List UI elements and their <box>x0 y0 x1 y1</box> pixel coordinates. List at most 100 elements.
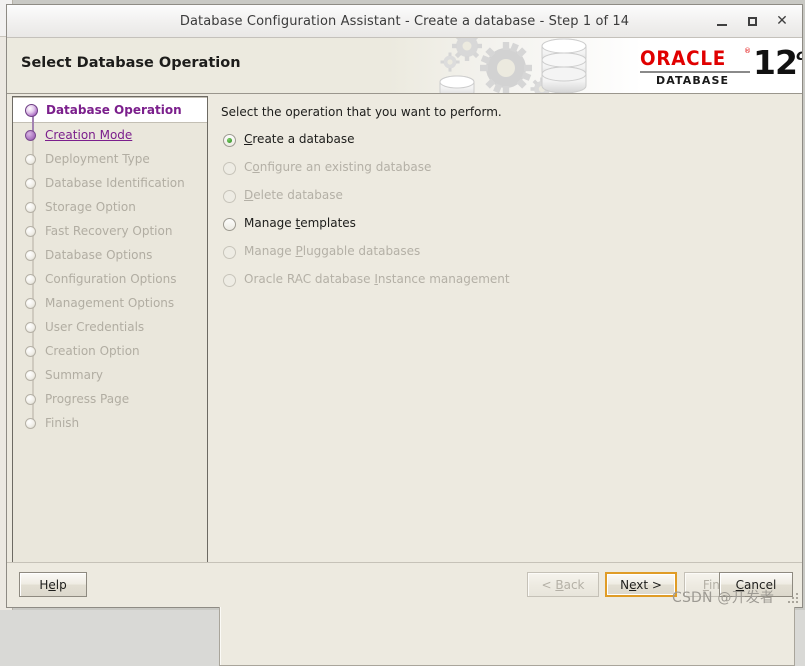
step-bullet-icon <box>25 417 36 429</box>
mnemonic-letter: e <box>48 577 56 592</box>
sidebar-step-finish: Finish <box>13 411 207 435</box>
step-bullet-icon <box>25 297 36 309</box>
next-button-label: Next > <box>620 577 662 592</box>
window-body: Database Operation Creation Mode Deploymen… <box>7 94 802 666</box>
radio-option-manage-pluggable-databases: Manage Pluggable databases <box>223 244 795 272</box>
header-banner: Select Database Operation ORACLE ® DATAB… <box>7 38 802 94</box>
step-bullet-icon <box>25 393 36 405</box>
sidebar-step-label: Database Identification <box>45 176 185 190</box>
help-button-label: Help <box>39 577 67 592</box>
resize-grip-icon[interactable] <box>786 591 800 605</box>
oracle-version-number: 12 <box>753 43 798 82</box>
title-bar: Database Configuration Assistant - Creat… <box>7 5 802 38</box>
cancel-button-label: Cancel <box>735 577 777 592</box>
mnemonic-letter: t <box>295 216 301 230</box>
mnemonic-letter: o <box>252 160 260 174</box>
footer-button-bar: Help < Back Next > Finish Cancel <box>7 562 802 607</box>
close-icon: ✕ <box>776 13 788 29</box>
radio-option-label: Configure an existing database <box>244 160 432 174</box>
sidebar-step-label: User Credentials <box>45 320 145 334</box>
close-button[interactable]: ✕ <box>768 8 796 34</box>
sidebar-step-database-operation[interactable]: Database Operation <box>13 97 207 135</box>
step-bullet-icon <box>25 321 36 333</box>
sidebar-step-database-identification: Database Identification <box>13 171 207 207</box>
step-bullet-icon <box>25 177 36 189</box>
sidebar-step-summary: Summary <box>13 363 207 399</box>
radio-button-icon[interactable] <box>223 134 236 147</box>
sidebar-step-label: Deployment Type <box>45 152 150 166</box>
sidebar-step-label: Storage Option <box>45 200 136 214</box>
mnemonic-letter: I <box>374 272 378 286</box>
oracle-logo: ORACLE ® DATABASE 12 c <box>640 43 802 90</box>
radio-option-oracle-rac-database-instance-management: Oracle RAC database Instance management <box>223 272 795 300</box>
step-bullet-icon <box>25 273 36 285</box>
back-button-label: < Back <box>541 577 585 592</box>
sidebar-step-creation-mode[interactable]: Creation Mode <box>13 123 207 159</box>
oracle-wordmark: ORACLE <box>640 47 727 70</box>
mnemonic-letter: F <box>702 577 709 592</box>
step-bullet-icon <box>25 201 36 213</box>
maximize-button[interactable] <box>738 8 766 34</box>
wizard-steps-list: Database Operation Creation Mode Deploymen… <box>13 97 207 435</box>
sidebar-step-label: Creation Option <box>45 344 140 358</box>
oracle-logo-rule <box>640 71 750 73</box>
cancel-button[interactable]: Cancel <box>719 572 793 597</box>
step-bullet-icon <box>25 369 36 381</box>
radio-option-label: Create a database <box>244 132 355 146</box>
radio-option-label: Manage Pluggable databases <box>244 244 421 258</box>
operation-radio-group: Create a database Configure an existing d… <box>223 132 795 300</box>
oracle-product-label: DATABASE <box>656 74 730 87</box>
sidebar-step-label: Database Options <box>45 248 153 262</box>
radio-option-label: Delete database <box>244 188 343 202</box>
step-bullet-icon <box>25 225 36 237</box>
radio-option-manage-templates[interactable]: Manage templates <box>223 216 795 244</box>
help-button[interactable]: Help <box>19 572 87 597</box>
sidebar-step-progress-page: Progress Page <box>13 387 207 423</box>
sidebar-step-label: Finish <box>45 416 80 430</box>
sidebar-step-label: Fast Recovery Option <box>45 224 173 238</box>
step-bullet-icon <box>25 249 36 261</box>
mnemonic-letter: C <box>735 577 745 592</box>
step-bullet-icon <box>25 153 36 165</box>
radio-button-icon[interactable] <box>223 218 236 231</box>
sidebar-step-storage-option: Storage Option <box>13 195 207 231</box>
radio-option-configure-an-existing-database: Configure an existing database <box>223 160 795 188</box>
window-controls: ✕ <box>708 5 796 37</box>
sidebar-step-configuration-options: Configuration Options <box>13 267 207 303</box>
sidebar-step-database-options: Database Options <box>13 243 207 279</box>
page-title: Select Database Operation <box>21 55 241 71</box>
mnemonic-letter: P <box>295 244 303 258</box>
minimize-icon <box>717 23 727 26</box>
mnemonic-letter: e <box>629 577 637 592</box>
wizard-steps-sidebar: Database Operation Creation Mode Deploymen… <box>12 96 208 578</box>
radio-button-icon <box>223 162 236 175</box>
sidebar-step-user-credentials: User Credentials <box>13 315 207 351</box>
step-bullet-icon <box>25 345 36 357</box>
mnemonic-letter: D <box>244 188 254 202</box>
sidebar-step-label: Configuration Options <box>45 272 177 286</box>
radio-option-create-a-database[interactable]: Create a database <box>223 132 795 160</box>
sidebar-step-creation-option: Creation Option <box>13 339 207 375</box>
sidebar-step-label: Database Operation <box>46 103 182 117</box>
radio-button-icon <box>223 246 236 259</box>
window-title: Database Configuration Assistant - Creat… <box>179 13 630 29</box>
radio-button-icon <box>223 274 236 287</box>
sidebar-step-fast-recovery-option: Fast Recovery Option <box>13 219 207 255</box>
maximize-icon <box>747 16 757 26</box>
step-bullet-icon <box>25 103 38 117</box>
sidebar-step-deployment-type: Deployment Type <box>13 147 207 183</box>
sidebar-step-label: Summary <box>45 368 103 382</box>
radio-option-delete-database: Delete database <box>223 188 795 216</box>
sidebar-step-management-options: Management Options <box>13 291 207 327</box>
content-panel: Select the operation that you want to pe… <box>219 96 795 578</box>
dbca-window: Database Configuration Assistant - Creat… <box>6 4 803 666</box>
minimize-button[interactable] <box>708 8 736 34</box>
radio-button-icon <box>223 190 236 203</box>
next-button[interactable]: Next > <box>605 572 677 597</box>
step-bullet-icon <box>25 129 36 141</box>
sidebar-step-label: Creation Mode <box>45 128 133 142</box>
radio-option-label: Oracle RAC database Instance management <box>244 272 510 286</box>
back-button: < Back <box>527 572 599 597</box>
operation-prompt: Select the operation that you want to pe… <box>221 105 502 119</box>
gears-and-database-artwork <box>439 38 587 93</box>
